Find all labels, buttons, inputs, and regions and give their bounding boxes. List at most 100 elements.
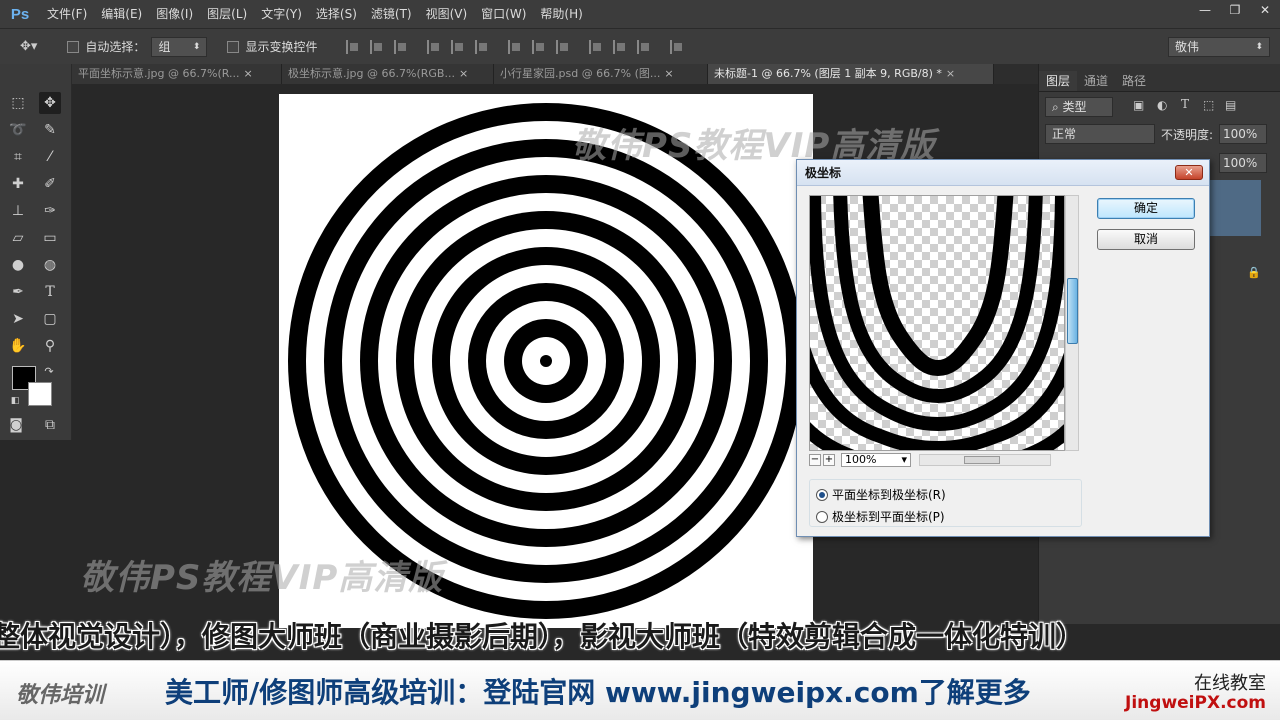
ok-button[interactable]: 确定 bbox=[1097, 198, 1195, 219]
tab-layers[interactable]: 图层 bbox=[1039, 71, 1078, 91]
radio-polar-to-rect[interactable]: 极坐标到平面坐标(P) bbox=[816, 508, 945, 525]
minimize-button[interactable]: — bbox=[1190, 0, 1220, 20]
tab-document-3[interactable]: 小行星家园.psd @ 66.7% (图... × bbox=[494, 64, 708, 84]
distribute-bottom-icon[interactable] bbox=[556, 39, 570, 54]
auto-select-dropdown[interactable]: 组 ⬍ bbox=[151, 36, 208, 57]
zoom-in-button[interactable]: + bbox=[823, 454, 835, 466]
pen-tool-icon[interactable]: ✒ bbox=[7, 281, 29, 303]
opacity-label: 不透明度: bbox=[1161, 128, 1214, 142]
quick-select-tool-icon[interactable]: ✎ bbox=[39, 119, 61, 141]
zoom-out-button[interactable]: − bbox=[809, 454, 821, 466]
move-tool-preset-icon[interactable]: ✥▾ bbox=[20, 39, 37, 54]
dialog-title-bar[interactable]: 极坐标 bbox=[797, 160, 1209, 186]
auto-align-icon[interactable] bbox=[670, 39, 684, 54]
menu-select[interactable]: 选择(S) bbox=[309, 0, 364, 28]
preview-horizontal-thumb[interactable] bbox=[964, 456, 1000, 464]
tab-paths[interactable]: 路径 bbox=[1115, 71, 1153, 91]
gradient-tool-icon[interactable]: ▭ bbox=[39, 227, 61, 249]
menu-type[interactable]: 文字(Y) bbox=[254, 0, 309, 28]
lasso-tool-icon[interactable]: ➰ bbox=[7, 119, 29, 141]
clone-stamp-tool-icon[interactable]: ⊥ bbox=[7, 200, 29, 222]
auto-select-checkbox[interactable] bbox=[67, 40, 80, 53]
zoom-tool-icon[interactable]: ⚲ bbox=[39, 335, 61, 357]
align-hcenter-icon[interactable] bbox=[451, 39, 465, 54]
blur-tool-icon[interactable]: ● bbox=[7, 254, 29, 276]
menu-help[interactable]: 帮助(H) bbox=[533, 0, 589, 28]
show-transform-checkbox[interactable] bbox=[227, 40, 240, 53]
close-icon[interactable]: × bbox=[459, 67, 468, 80]
preview-vertical-scrollbar[interactable] bbox=[1065, 195, 1079, 451]
move-tool-icon[interactable]: ✥ bbox=[39, 92, 61, 114]
dodge-tool-icon[interactable]: ◍ bbox=[39, 254, 61, 276]
menu-edit[interactable]: 编辑(E) bbox=[94, 0, 149, 28]
radio-rect-to-polar[interactable]: 平面坐标到极坐标(R) bbox=[816, 486, 946, 503]
background-color-swatch[interactable] bbox=[28, 382, 52, 406]
menu-image[interactable]: 图像(I) bbox=[149, 0, 200, 28]
tab-document-active[interactable]: 未标题-1 @ 66.7% (图层 1 副本 9, RGB/8) * × bbox=[708, 64, 994, 84]
shape-tool-icon[interactable]: ▢ bbox=[39, 308, 61, 330]
history-brush-tool-icon[interactable]: ✑ bbox=[39, 200, 61, 222]
close-icon[interactable]: × bbox=[244, 67, 253, 80]
fill-input[interactable]: 100% bbox=[1219, 153, 1267, 173]
close-icon[interactable]: × bbox=[664, 67, 673, 80]
zoom-dropdown[interactable]: 100% ▾ bbox=[841, 453, 911, 467]
healing-brush-tool-icon[interactable]: ✚ bbox=[7, 173, 29, 195]
restore-button[interactable]: ❐ bbox=[1220, 0, 1250, 20]
chevron-down-icon: ▾ bbox=[901, 453, 907, 466]
distribute-right-icon[interactable] bbox=[637, 39, 651, 54]
close-icon[interactable]: × bbox=[946, 67, 955, 80]
eraser-tool-icon[interactable]: ▱ bbox=[7, 227, 29, 249]
image-filter-icon[interactable]: ▣ bbox=[1133, 98, 1144, 112]
distribute-hcenter-icon[interactable] bbox=[613, 39, 627, 54]
workspace-dropdown[interactable]: 敬伟 ⬍ bbox=[1168, 36, 1270, 57]
options-bar: ✥▾ 自动选择： 组 ⬍ 显示变换控件 敬伟 ⬍ bbox=[0, 28, 1280, 64]
quick-mask-icon[interactable]: ◙ bbox=[5, 414, 27, 436]
tab-channels[interactable]: 通道 bbox=[1077, 71, 1115, 91]
type-tool-icon[interactable]: T bbox=[39, 281, 61, 303]
document-canvas[interactable] bbox=[279, 94, 813, 628]
shape-filter-icon[interactable]: ⬚ bbox=[1203, 98, 1214, 112]
close-window-button[interactable]: ✕ bbox=[1250, 0, 1280, 20]
preview-scroll-thumb[interactable] bbox=[1067, 278, 1078, 344]
default-colors-icon[interactable]: ◧ bbox=[4, 390, 26, 412]
screen-mode-icon[interactable]: ⧉ bbox=[39, 414, 61, 436]
radio-button-selected[interactable] bbox=[816, 488, 828, 501]
blend-mode-dropdown[interactable]: 正常 bbox=[1045, 124, 1155, 144]
align-left-icon[interactable] bbox=[427, 39, 441, 54]
radio-button[interactable] bbox=[816, 510, 828, 523]
dialog-close-button[interactable]: ✕ bbox=[1175, 165, 1203, 180]
filter-preview[interactable] bbox=[809, 195, 1065, 451]
opacity-input[interactable]: 100% bbox=[1219, 124, 1267, 144]
menu-layer[interactable]: 图层(L) bbox=[200, 0, 254, 28]
distribute-top-icon[interactable] bbox=[508, 39, 522, 54]
layer-kind-filter[interactable]: ⌕ 类型 bbox=[1045, 97, 1113, 117]
tab-document-2[interactable]: 极坐标示意.jpg @ 66.7%(RGB... × bbox=[282, 64, 494, 84]
cancel-button[interactable]: 取消 bbox=[1097, 229, 1195, 250]
brush-tool-icon[interactable]: ✐ bbox=[39, 173, 61, 195]
align-bottom-icon[interactable] bbox=[394, 39, 408, 54]
lock-icon: 🔒 bbox=[1247, 266, 1261, 279]
align-top-icon[interactable] bbox=[346, 39, 360, 54]
menu-filter[interactable]: 滤镜(T) bbox=[364, 0, 419, 28]
marquee-tool-icon[interactable]: ⬚ bbox=[7, 92, 29, 114]
type-filter-icon[interactable]: T bbox=[1181, 97, 1189, 111]
crop-tool-icon[interactable]: ⌗ bbox=[7, 146, 29, 168]
preview-horizontal-scrollbar[interactable] bbox=[919, 454, 1051, 466]
adjustment-filter-icon[interactable]: ◐ bbox=[1157, 98, 1167, 112]
smart-object-filter-icon[interactable]: ▤ bbox=[1225, 98, 1236, 112]
align-right-icon[interactable] bbox=[475, 39, 489, 54]
distribute-left-icon[interactable] bbox=[589, 39, 603, 54]
tab-document-1[interactable]: 平面坐标示意.jpg @ 66.7%(R... × bbox=[72, 64, 282, 84]
menu-view[interactable]: 视图(V) bbox=[419, 0, 475, 28]
path-select-tool-icon[interactable]: ➤ bbox=[7, 308, 29, 330]
menu-window[interactable]: 窗口(W) bbox=[474, 0, 533, 28]
video-subtitle: 整体视觉设计），修图大师班（商业摄影后期），影视大师班（特效剪辑合成一体化特训） bbox=[0, 620, 1085, 653]
menu-file[interactable]: 文件(F) bbox=[40, 0, 94, 28]
distribute-vcenter-icon[interactable] bbox=[532, 39, 546, 54]
align-vcenter-icon[interactable] bbox=[370, 39, 384, 54]
fill-value: 100% bbox=[1223, 156, 1258, 170]
swap-colors-icon[interactable]: ↷ bbox=[38, 360, 60, 382]
eyedropper-tool-icon[interactable]: ⁄ bbox=[39, 146, 61, 168]
photoshop-logo: Ps bbox=[10, 5, 30, 23]
hand-tool-icon[interactable]: ✋ bbox=[7, 335, 29, 357]
